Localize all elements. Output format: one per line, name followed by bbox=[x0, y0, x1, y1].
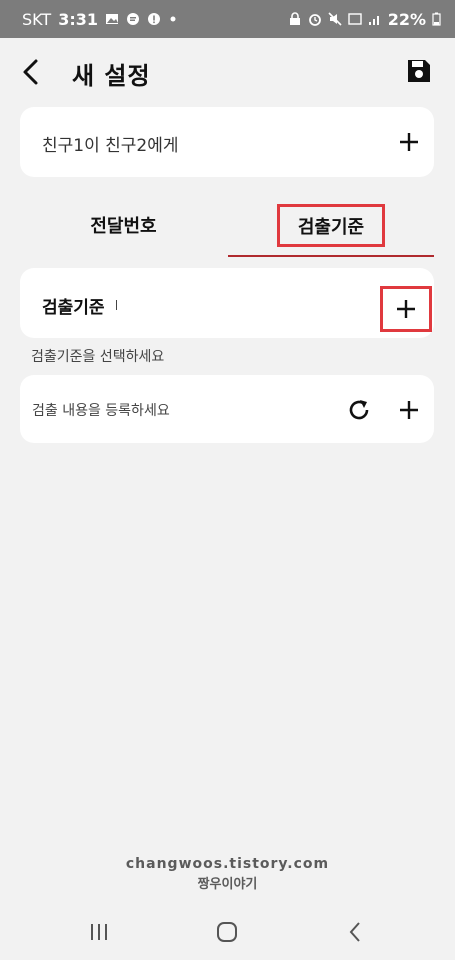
volte-icon bbox=[348, 13, 362, 25]
watermark-site: changwoos.tistory.com bbox=[125, 856, 330, 872]
alarm-icon bbox=[308, 14, 321, 26]
watermark-name: 짱우이야기 bbox=[197, 877, 258, 892]
recipient-card[interactable]: 친구1이 친구2에게 bbox=[20, 107, 434, 177]
plus-icon[interactable] bbox=[398, 131, 420, 153]
signal-icon bbox=[368, 16, 379, 25]
tab-detection-criteria[interactable]: 검출기준 bbox=[227, 196, 435, 254]
chat-icon bbox=[126, 13, 139, 25]
floppy-disk-icon bbox=[408, 60, 430, 82]
home-icon bbox=[217, 922, 237, 942]
page-title: 새 설정 bbox=[72, 62, 151, 90]
plus-icon[interactable] bbox=[398, 399, 420, 421]
recents-icon bbox=[91, 924, 107, 940]
status-left: SKT 3:31 bbox=[22, 10, 178, 29]
tab-transfer-number[interactable]: 전달번호 bbox=[20, 196, 227, 254]
refresh-icon[interactable] bbox=[346, 397, 372, 423]
tab-bar: 전달번호 검출기준 bbox=[0, 196, 455, 258]
app-screen: SKT 3:31 22% 새 설정 친구1이 친구2에게 전달번호 검출기준 검… bbox=[0, 0, 455, 960]
add-criteria-button[interactable] bbox=[380, 286, 432, 332]
status-right: 22% bbox=[288, 10, 441, 29]
criteria-card[interactable]: 검출기준 bbox=[20, 268, 434, 338]
recents-button[interactable] bbox=[84, 917, 114, 947]
watermark: changwoos.tistory.com 짱우이야기 bbox=[0, 856, 455, 892]
alert-icon bbox=[147, 13, 160, 25]
tab-transfer-label: 전달번호 bbox=[90, 216, 157, 237]
navigation-bar bbox=[0, 905, 455, 960]
tab-detection-label: 검출기준 bbox=[276, 203, 386, 247]
active-tab-indicator bbox=[228, 255, 434, 257]
status-time: 3:31 bbox=[58, 9, 98, 29]
criteria-label: 검출기준 bbox=[42, 298, 105, 318]
criteria-hint: 검출기준을 선택하세요 bbox=[31, 349, 165, 365]
back-button[interactable] bbox=[16, 56, 44, 88]
nav-back-button[interactable] bbox=[340, 917, 370, 947]
status-bar: SKT 3:31 22% bbox=[0, 0, 455, 38]
save-button[interactable] bbox=[406, 58, 434, 86]
home-button[interactable] bbox=[212, 917, 242, 947]
dot-icon bbox=[170, 16, 176, 22]
content-placeholder: 검출 내용을 등록하세요 bbox=[32, 403, 170, 419]
plus-icon bbox=[397, 300, 415, 318]
recipient-text: 친구1이 친구2에게 bbox=[42, 136, 179, 156]
battery-percent: 22% bbox=[387, 9, 426, 29]
back-icon bbox=[349, 922, 360, 942]
mute-icon bbox=[328, 12, 342, 26]
lock-icon bbox=[289, 12, 300, 25]
chevron-left-icon bbox=[23, 59, 38, 85]
gallery-icon bbox=[105, 14, 118, 24]
text-cursor bbox=[116, 300, 117, 310]
carrier-label: SKT bbox=[22, 9, 52, 29]
app-header: 새 설정 bbox=[0, 48, 455, 96]
battery-icon bbox=[432, 12, 441, 26]
